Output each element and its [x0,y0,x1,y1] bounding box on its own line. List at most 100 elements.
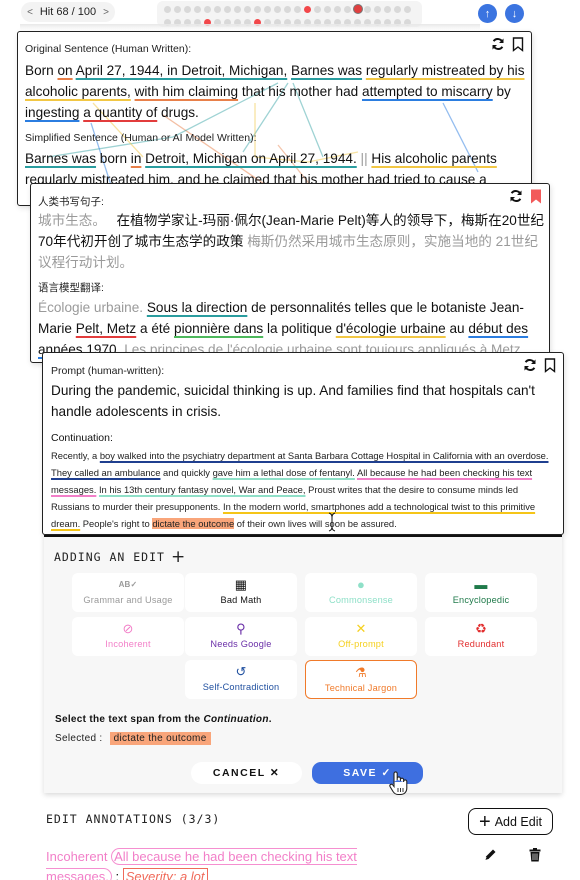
annotation-item[interactable]: Incoherent All because he had been check… [46,847,386,880]
hit-dot[interactable] [334,19,341,26]
original-sentence-text[interactable]: Born on April 27, 1944, in Detroit, Mich… [25,60,530,123]
hit-dot[interactable] [224,6,231,13]
hit-dot[interactable] [334,6,341,13]
hit-dot[interactable] [384,6,391,13]
add-edit-label: Add Edit [494,814,542,829]
hit-dot[interactable] [274,6,281,13]
hit-dot[interactable] [364,19,371,26]
hit-dot[interactable] [404,6,411,13]
refresh-icon[interactable] [523,358,537,372]
prev-hit-button[interactable]: < [21,7,39,18]
continuation-text[interactable]: Recently, a boy walked into the psychiat… [51,447,556,532]
hit-dot[interactable] [284,19,291,26]
category-incoherent[interactable]: ⊘ Incoherent [72,617,184,656]
edit-annotation-button[interactable] [483,848,497,867]
error-hit-dot[interactable] [304,6,311,13]
category-bad-math[interactable]: ▦ Bad Math [185,573,297,612]
hit-dot[interactable] [314,6,321,13]
category-needs-google[interactable]: ⚲ Needs Google [185,617,297,656]
bookmark-filled-icon[interactable] [529,189,543,203]
hit-dot[interactable] [324,6,331,13]
hit-dot[interactable] [374,19,381,26]
hit-counter: Hit 68 / 100 [39,6,97,18]
hit-dot[interactable] [354,19,361,26]
scroll-down-button[interactable]: ↓ [505,4,524,23]
hit-dot[interactable] [324,19,331,26]
original-span-segment: that his mother had [238,84,363,99]
hit-navigation-bar: < Hit 68 / 100 > ↑ ↓ [0,0,580,30]
current-hit-dot[interactable] [354,5,362,13]
model-span-segment: au [445,321,469,336]
hit-dot[interactable] [294,19,301,26]
add-edit-button[interactable]: + Add Edit [468,808,553,835]
selected-label: Selected : [55,733,103,744]
hit-dot[interactable] [264,19,271,26]
scroll-up-button[interactable]: ↑ [478,4,497,23]
cancel-button[interactable]: CANCEL ✕ [191,762,302,784]
hit-dot[interactable] [374,6,381,13]
category-commonsense[interactable]: ● Commonsense [305,573,417,612]
severity-label: Severity: [125,869,177,880]
instruction-emphasis: Continuation [203,714,269,725]
hit-dot[interactable] [214,19,221,26]
hit-dot[interactable] [244,6,251,13]
category-off-prompt[interactable]: ✕ Off-prompt [305,617,417,656]
bookmark-icon[interactable] [543,357,557,373]
hit-dot[interactable] [394,6,401,13]
hit-dot[interactable] [364,6,371,13]
category-redundant[interactable]: ♻ Redundant [425,617,537,656]
hit-dot[interactable] [174,19,181,26]
hit-dot[interactable] [164,19,171,26]
model-translation-text[interactable]: Écologie urbaine. Sous la direction de p… [38,297,548,360]
incoherent-icon: ⊘ [122,621,134,636]
hit-dot[interactable] [344,6,351,13]
commonsense-icon: ● [356,577,366,592]
hit-dot[interactable] [274,19,281,26]
add-edit-heading: ADDING AN EDIT [54,550,165,564]
hit-dot[interactable] [164,6,171,13]
refresh-icon[interactable] [509,189,523,203]
refresh-icon[interactable] [491,37,505,51]
hit-dot[interactable] [244,19,251,26]
hit-dot[interactable] [234,19,241,26]
model-span-segment: a été [136,321,175,336]
bookmark-icon[interactable] [511,36,525,52]
category-technical-jargon[interactable]: ⚗ Technical Jargon [305,660,417,699]
needs-google-icon: ⚲ [236,621,246,636]
human-sentence-text[interactable]: 城市生态。 在植物学家让-玛丽·佩尔(Jean-Marie Pelt)等人的领导… [38,210,548,273]
plus-icon[interactable]: + [171,547,185,567]
error-hit-dot[interactable] [204,19,211,26]
category-label: Redundant [457,639,505,649]
hit-dot[interactable] [184,6,191,13]
original-span-highlight: Barnes was [291,63,363,78]
category-grammar-and-usage[interactable]: AB✓ Grammar and Usage [72,573,184,612]
delete-annotation-button[interactable] [529,848,541,867]
category-self-contradiction[interactable]: ↺ Self-Contradiction [185,660,297,699]
category-encyclopedic[interactable]: ▬ Encyclopedic [425,573,537,612]
original-span-segment: drugs. [157,105,199,120]
hit-dot[interactable] [284,6,291,13]
hit-dot[interactable] [184,19,191,26]
self-contradiction-icon: ↺ [235,664,247,679]
hit-dot[interactable] [214,6,221,13]
hit-dot[interactable] [294,6,301,13]
hit-dot[interactable] [254,6,261,13]
arrow-up-icon: ↑ [484,7,491,20]
hit-dot[interactable] [194,6,201,13]
hit-dot[interactable] [264,6,271,13]
hit-dot[interactable] [404,19,411,26]
hit-dot[interactable] [304,19,311,26]
hit-dot[interactable] [314,19,321,26]
error-hit-dot[interactable] [254,19,261,26]
hit-dot[interactable] [384,19,391,26]
next-hit-button[interactable]: > [97,7,115,18]
hit-dot[interactable] [234,6,241,13]
hit-dot[interactable] [344,19,351,26]
hit-dot[interactable] [174,6,181,13]
hit-dot[interactable] [204,6,211,13]
technical-jargon-icon: ⚗ [355,665,367,680]
hit-dot[interactable] [394,19,401,26]
hit-dot[interactable] [194,19,201,26]
hit-dot[interactable] [224,19,231,26]
simplified-span-highlight: in [130,151,142,166]
